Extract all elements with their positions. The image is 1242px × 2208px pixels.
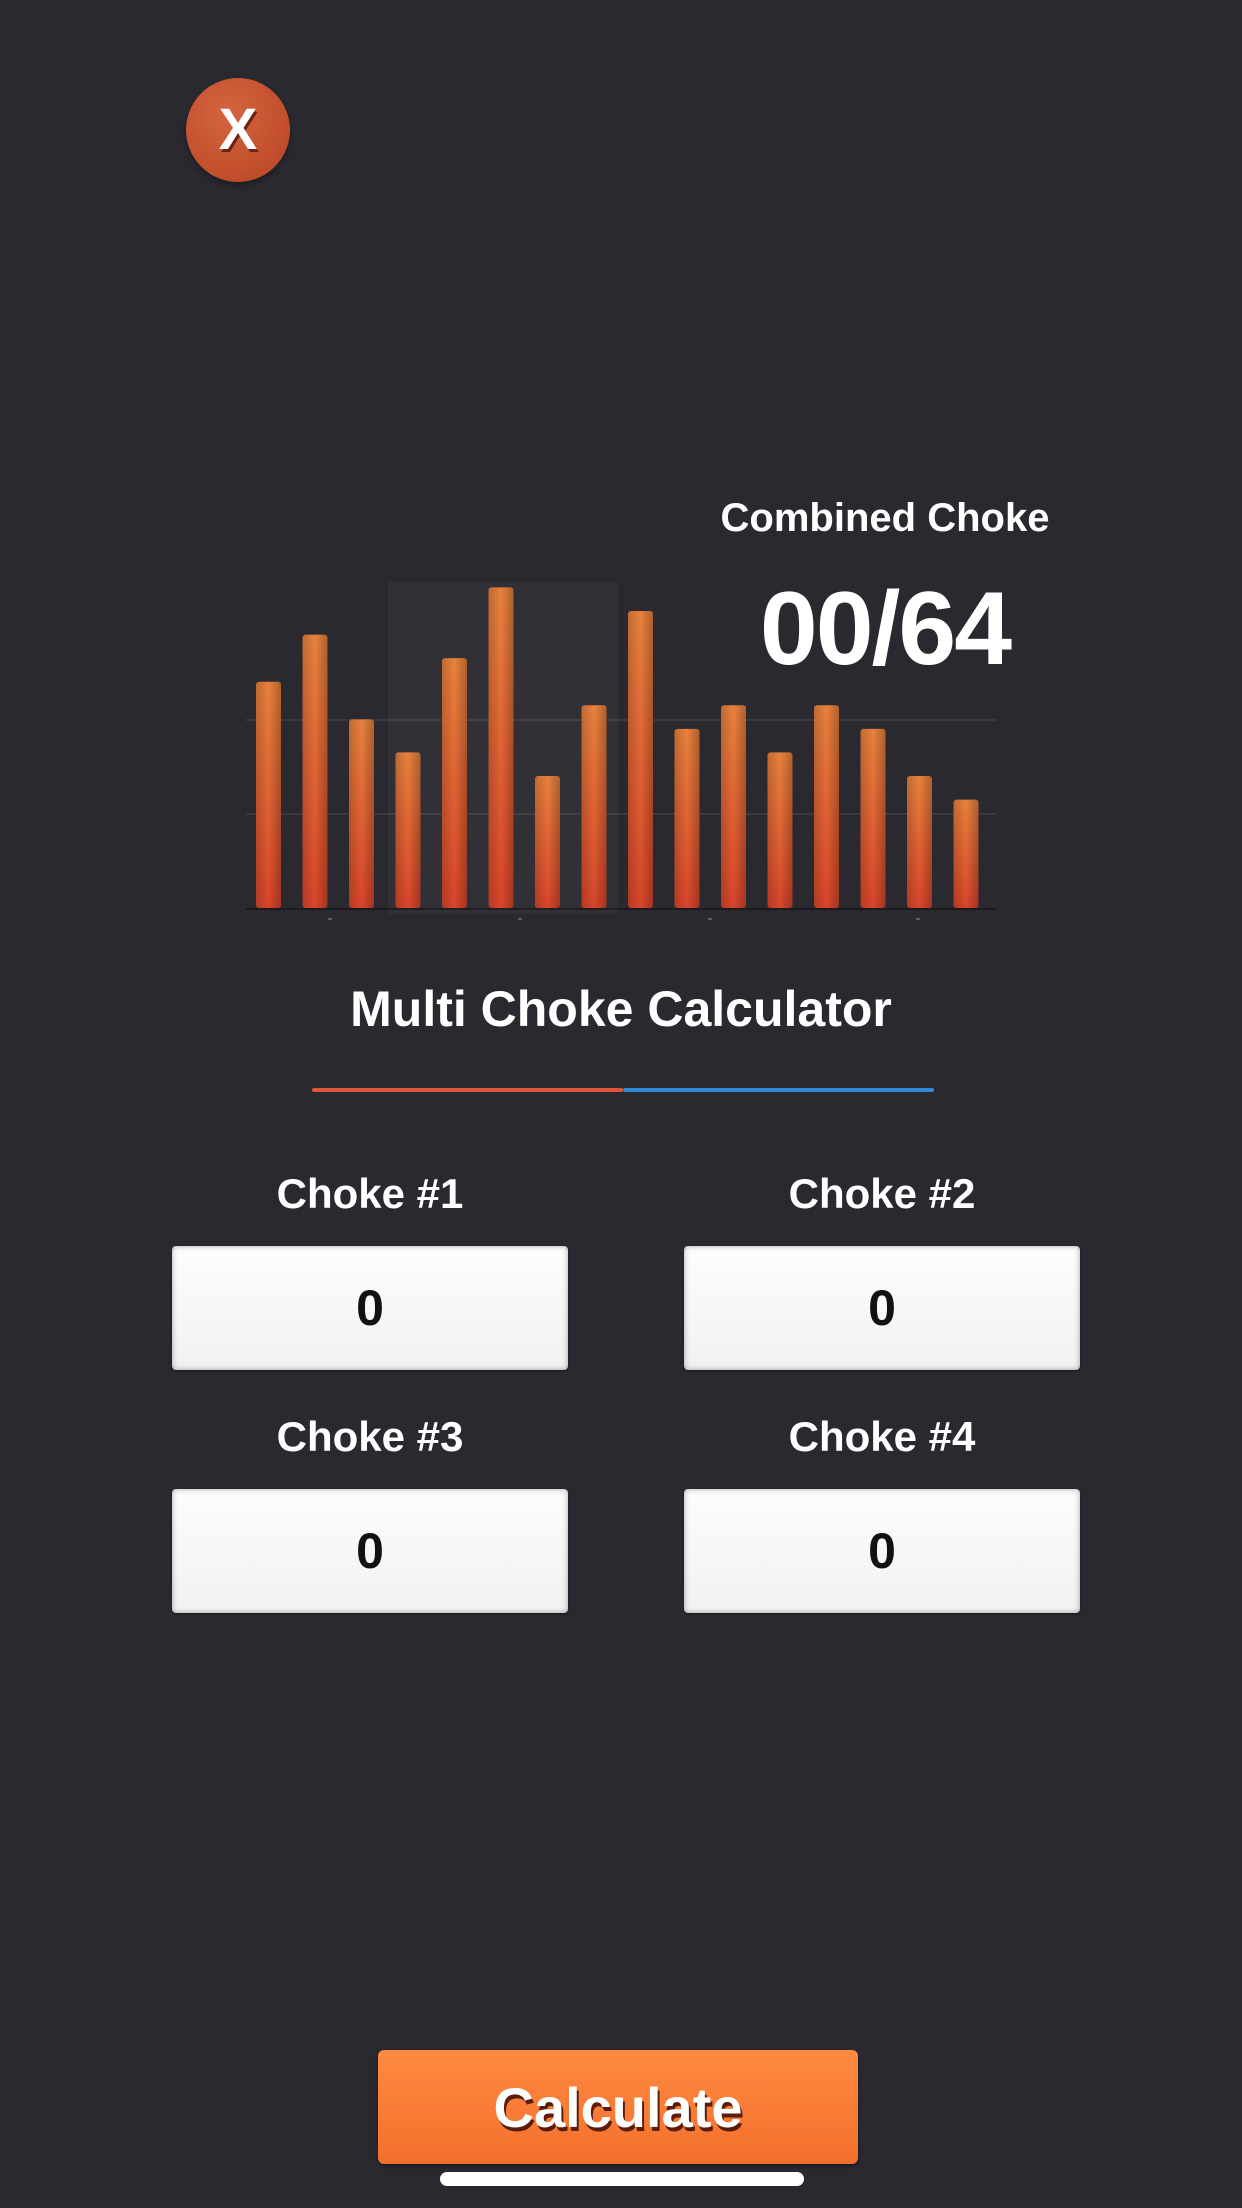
choke-2-label: Choke #2 [788, 1170, 976, 1217]
choke-3-input[interactable] [172, 1489, 568, 1613]
close-icon: X [218, 97, 258, 162]
close-button[interactable]: X [186, 78, 290, 182]
chart-tick [916, 918, 920, 920]
chart-bar-shade [767, 752, 793, 908]
chart-bar-shade [302, 634, 328, 908]
calculate-button[interactable]: Calculate [378, 2050, 858, 2164]
page-title: Multi Choke Calculator [350, 981, 892, 1037]
chart-bar-shade [814, 705, 839, 908]
combined-choke-label: Combined Choke [720, 496, 1050, 540]
calculate-button-label: Calculate [493, 2075, 743, 2139]
chart-bar-shade [674, 728, 700, 908]
title-divider-blue [623, 1088, 934, 1092]
chart-tick [518, 918, 522, 920]
chart-bar-shade [860, 728, 886, 908]
chart-bar-shade [395, 752, 421, 908]
chart-bar-shade [721, 705, 746, 908]
chart-bar-shade [442, 658, 467, 908]
chart-tick [328, 918, 332, 920]
choke-2-input[interactable] [684, 1246, 1080, 1370]
title-divider-red [312, 1088, 623, 1092]
chart-bar-shade [256, 681, 281, 908]
chart-bar-shade [488, 587, 514, 908]
choke-3-label: Choke #3 [276, 1413, 464, 1460]
choke-1-input[interactable] [172, 1246, 568, 1370]
chart-ticks [328, 918, 920, 920]
choke-4-input[interactable] [684, 1489, 1080, 1613]
chart-bar-shade [349, 719, 374, 908]
chart-bar-shade [953, 799, 979, 908]
choke-4-label: Choke #4 [788, 1413, 976, 1460]
chart-bar-shade [628, 611, 653, 908]
chart-bar-shade [535, 776, 560, 908]
choke-1-label: Choke #1 [276, 1170, 464, 1217]
home-indicator[interactable] [440, 2172, 804, 2186]
combined-choke-value: 00/64 [759, 571, 1012, 687]
chart-bar-shade [581, 705, 607, 908]
chart-tick [708, 918, 712, 920]
chart-bar-shade [907, 776, 932, 908]
